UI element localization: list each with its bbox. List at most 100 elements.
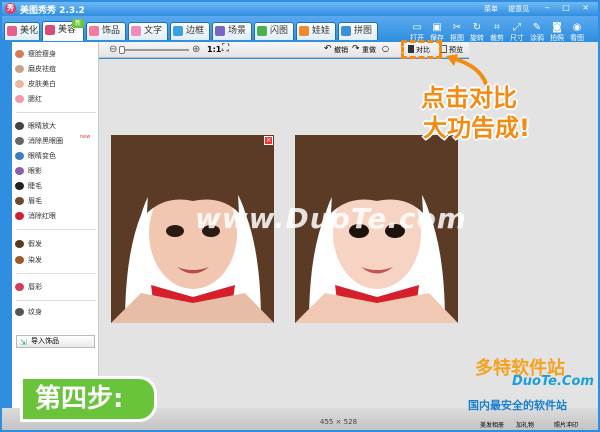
- undo-icon: ↶: [324, 44, 332, 54]
- undo-button[interactable]: 撤销: [334, 45, 348, 55]
- whiten-icon: [15, 80, 24, 88]
- status-print[interactable]: 照片冲印: [554, 420, 578, 429]
- divider: [16, 229, 96, 230]
- skin-icon: [15, 65, 24, 73]
- eyelash-icon: [15, 182, 24, 190]
- tab-doll[interactable]: 娃娃: [296, 22, 336, 40]
- feedback-link[interactable]: 提意见: [508, 5, 529, 13]
- status-gift[interactable]: 加礼物: [516, 420, 534, 429]
- watermark-text: www.DuoTe.com: [195, 202, 467, 235]
- doodle-button[interactable]: ✎ 涂鸦: [527, 22, 547, 43]
- viewer-button[interactable]: ◉ 看图: [567, 22, 587, 43]
- collage-icon: [341, 26, 351, 36]
- red-eye-icon: [15, 212, 24, 220]
- cutout-button[interactable]: ✂ 抠图: [447, 22, 467, 43]
- tab-bar: 美化 美容 新 饰品 文字 边框 场景 闪图 娃娃 拼图 ▭ 打开 ▣ 保存 ✂ 抠图…: [2, 16, 598, 42]
- resize-icon: ⤢: [513, 22, 521, 33]
- crop-button[interactable]: ⌗ 裁剪: [487, 22, 507, 43]
- close-icon[interactable]: ×: [264, 136, 273, 145]
- sidebar-item-eyebrow[interactable]: 眉毛: [12, 194, 99, 208]
- accessories-icon: [89, 26, 99, 36]
- sidebar-item-blush[interactable]: 腮红: [12, 92, 99, 106]
- new-badge: new: [80, 134, 91, 140]
- tab-text[interactable]: 文字: [128, 22, 168, 40]
- annotation-line-2: 大功告成!: [423, 114, 530, 142]
- zoom-out-icon[interactable]: ⊖: [109, 44, 117, 55]
- resize-button[interactable]: ⤢ 尺寸: [507, 22, 527, 43]
- zoom-slider-handle[interactable]: [119, 46, 125, 54]
- sidebar-item-red-eye[interactable]: 消除红眼: [12, 209, 99, 223]
- sidebar-item-slim-face[interactable]: 瘦脸瘦身: [12, 47, 99, 61]
- sidebar-item-tattoo[interactable]: 纹身: [12, 305, 99, 319]
- site-url: DuoTe.Com: [512, 374, 594, 389]
- folder-icon: ▭: [412, 22, 422, 33]
- lips-icon: [15, 283, 24, 291]
- pointer-arrow-icon: [446, 54, 488, 86]
- rotate-icon: ↻: [472, 22, 482, 33]
- hair-dye-icon: [15, 256, 24, 264]
- new-badge: 新: [72, 19, 84, 28]
- zoom-slider[interactable]: [119, 46, 189, 54]
- compare-highlight-box: [401, 40, 442, 59]
- scissors-icon: ✂: [452, 22, 462, 33]
- redo-button[interactable]: 重做: [362, 45, 376, 55]
- title-bar: 秀 美图秀秀 2.3.2 菜单 提意见 ‒ □ ×: [2, 2, 598, 16]
- camera-button[interactable]: ◙ 拍照: [547, 22, 567, 43]
- eyebrow-icon: [15, 197, 24, 205]
- tab-frame[interactable]: 边框: [170, 22, 210, 40]
- camera-icon: ◙: [552, 22, 562, 33]
- text-icon: [131, 26, 141, 36]
- sidebar-item-eyelash[interactable]: 睫毛: [12, 179, 99, 193]
- fit-screen-icon[interactable]: ⛶: [222, 43, 229, 54]
- sidebar-item-eye-color[interactable]: 眼睛变色: [12, 149, 99, 163]
- reset-icon[interactable]: ○: [382, 44, 389, 53]
- zoom-in-icon[interactable]: ⊕: [192, 44, 200, 55]
- import-icon: ⇲: [20, 338, 27, 347]
- blush-icon: [15, 95, 24, 103]
- eye-icon: [15, 122, 24, 130]
- sidebar-item-eyeshadow[interactable]: 眼影: [12, 164, 99, 178]
- eyeshadow-icon: [15, 167, 24, 175]
- actual-size-button[interactable]: 1:1: [207, 45, 221, 54]
- app-window: 秀 美图秀秀 2.3.2 菜单 提意见 ‒ □ × 美化 美容 新 饰品 文字 …: [0, 0, 600, 432]
- eye-icon: ◉: [572, 22, 582, 33]
- crop-icon: ⌗: [494, 22, 500, 33]
- save-icon: ▣: [432, 22, 442, 33]
- brush-icon: ✎: [532, 22, 542, 33]
- sidebar-item-wig[interactable]: 假发: [12, 237, 99, 251]
- flash-icon: [257, 26, 267, 36]
- status-album[interactable]: 美发相册: [480, 420, 504, 429]
- wig-icon: [15, 240, 24, 248]
- tab-collage[interactable]: 拼图: [338, 22, 378, 40]
- sidebar-item-whiten[interactable]: 皮肤美白: [12, 77, 99, 91]
- app-logo-icon: 秀: [5, 3, 16, 14]
- window-controls[interactable]: ‒ □ ×: [545, 3, 594, 12]
- menu-link[interactable]: 菜单: [484, 5, 498, 13]
- divider: [16, 112, 96, 113]
- sidebar-item-smooth-skin[interactable]: 磨皮祛痘: [12, 62, 99, 76]
- site-slogan: 国内最安全的软件站: [468, 399, 567, 412]
- import-accessory-button[interactable]: ⇲ 导入饰品: [16, 335, 95, 348]
- tab-accessories[interactable]: 饰品: [86, 22, 126, 40]
- divider: [16, 300, 96, 301]
- doll-icon: [299, 26, 309, 36]
- eye-icon: [15, 152, 24, 160]
- tab-beautify[interactable]: 美化: [4, 22, 40, 40]
- eye-icon: [15, 137, 24, 145]
- beauty-icon: [45, 25, 55, 35]
- sidebar-item-lip-gloss[interactable]: 唇彩: [12, 280, 99, 294]
- tab-scene[interactable]: 场景: [212, 22, 252, 40]
- image-size: 455 × 528: [320, 418, 358, 426]
- app-title: 美图秀秀 2.3.2: [20, 6, 85, 16]
- scene-icon: [215, 26, 225, 36]
- face-icon: [15, 50, 24, 58]
- beautify-icon: [7, 26, 17, 36]
- sidebar-item-hair-dye[interactable]: 染发: [12, 253, 99, 267]
- tattoo-icon: [15, 308, 24, 316]
- sidebar: 瘦脸瘦身 磨皮祛痘 皮肤美白 腮红 眼睛放大 消除黑眼圈 new 眼睛变色 眼影 …: [12, 42, 99, 408]
- divider: [16, 273, 96, 274]
- rotate-button[interactable]: ↻ 旋转: [467, 22, 487, 43]
- title-links: 菜单 提意见: [484, 4, 537, 14]
- sidebar-item-dark-circles[interactable]: 消除黑眼圈 new: [12, 134, 99, 148]
- tab-flash[interactable]: 闪图: [254, 22, 294, 40]
